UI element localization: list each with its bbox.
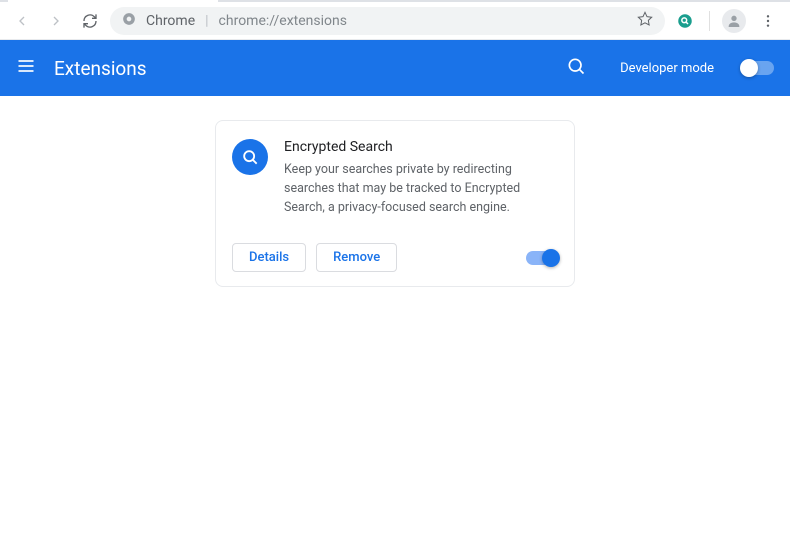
bookmark-star-icon[interactable] — [637, 11, 653, 31]
search-icon[interactable] — [566, 56, 586, 80]
chrome-icon — [122, 12, 136, 30]
extension-card: Encrypted Search Keep your searches priv… — [215, 120, 575, 287]
browser-toolbar: Chrome | chrome://extensions — [0, 2, 790, 40]
profile-avatar[interactable] — [720, 7, 748, 35]
hamburger-menu-icon[interactable] — [16, 56, 36, 80]
extension-enable-toggle[interactable] — [526, 251, 558, 265]
url-scheme-label: Chrome — [146, 13, 195, 29]
bottom-border — [0, 496, 790, 504]
url-text: chrome://extensions — [219, 13, 627, 29]
developer-mode-toggle[interactable] — [742, 61, 774, 75]
extensions-content: Encrypted Search Keep your searches priv… — [0, 96, 790, 496]
url-separator: | — [205, 13, 208, 29]
page-title: Extensions — [54, 57, 548, 80]
address-bar[interactable]: Chrome | chrome://extensions — [110, 7, 665, 35]
developer-mode-label: Developer mode — [620, 61, 714, 76]
toolbar-divider — [709, 11, 710, 31]
extension-description: Keep your searches private by redirectin… — [284, 161, 558, 217]
extension-name: Encrypted Search — [284, 139, 558, 155]
extension-app-icon — [232, 139, 268, 175]
extensions-header: Extensions Developer mode — [0, 40, 790, 96]
extension-action-icon[interactable] — [671, 7, 699, 35]
reload-button[interactable] — [76, 7, 104, 35]
back-button[interactable] — [8, 7, 36, 35]
chrome-menu-button[interactable] — [754, 7, 782, 35]
remove-button[interactable]: Remove — [316, 243, 397, 272]
tab-strip: Extensions — [0, 0, 790, 2]
browser-tab[interactable]: Extensions — [8, 0, 218, 2]
forward-button[interactable] — [42, 7, 70, 35]
details-button[interactable]: Details — [232, 243, 306, 272]
